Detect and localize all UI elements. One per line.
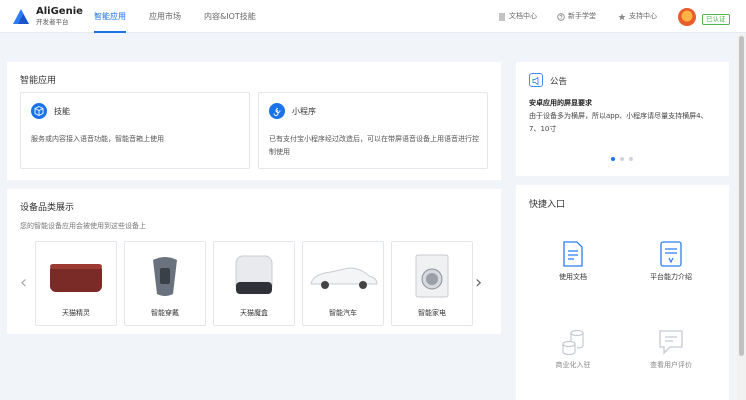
device-category-card: 设备品类展示 您的智能设备应用会被使用到这些设备上 ‹ › 天猫精灵 智能穿戴 …	[7, 189, 501, 334]
doc-icon	[499, 13, 505, 20]
mini-program-icon	[269, 103, 285, 119]
verified-badge: 已认证	[702, 14, 730, 25]
nav-content-iot-skills[interactable]: 内容&IOT技能	[204, 0, 256, 33]
carousel-prev-arrow[interactable]: ‹	[20, 274, 27, 292]
quick-entry-title: 快捷入口	[529, 200, 566, 210]
smart-speaker-image	[50, 264, 102, 292]
skill-desc: 服务或内容接入语音功能，智能音箱上使用	[31, 135, 164, 143]
device-category-desc: 您的智能设备应用会被使用到这些设备上	[20, 222, 146, 230]
device-category-title: 设备品类展示	[20, 203, 75, 213]
smart-apps-card: 智能应用 技能 服务或内容接入语音功能，智能音箱上使用 小程序 已有支付宝小程序…	[7, 62, 501, 180]
certificate-icon	[660, 241, 682, 267]
star-icon	[618, 13, 626, 20]
notice-title: 公告	[550, 77, 568, 87]
mini-program-title: 小程序	[292, 107, 316, 116]
device-tmall-genie[interactable]: 天猫精灵	[35, 241, 117, 326]
quick-label: 商业化入驻	[555, 361, 591, 369]
quick-commercial-onboarding[interactable]: 商业化入驻	[523, 326, 623, 370]
brand-subtitle: 开发者平台	[36, 18, 69, 26]
device-label: 智能穿戴	[151, 309, 179, 317]
device-label: 智能汽车	[329, 309, 357, 317]
device-wearable[interactable]: 智能穿戴	[124, 241, 206, 326]
carousel-dot-2[interactable]	[620, 157, 624, 161]
quick-platform-intro[interactable]: 平台能力介绍	[621, 240, 721, 282]
support-center-link[interactable]: 支持中心	[618, 0, 657, 33]
cube-icon	[31, 103, 47, 119]
brand-name: AliGenie	[36, 6, 83, 17]
carousel-next-arrow[interactable]: ›	[475, 274, 482, 292]
comment-icon	[659, 330, 683, 355]
quick-usage-docs[interactable]: 使用文档	[523, 240, 623, 282]
doc-center-label: 文档中心	[509, 12, 537, 20]
speaker-icon	[529, 73, 543, 87]
quick-label: 平台能力介绍	[650, 273, 692, 281]
smart-band-image	[153, 257, 177, 296]
mini-program-desc: 已有支付宝小程序经过改造后，可以在带屏语音设备上用语音进行控制使用	[269, 135, 479, 156]
brand: AliGenie 开发者平台	[36, 6, 83, 27]
user-avatar[interactable]	[678, 8, 696, 26]
carousel-dot-1[interactable]	[611, 157, 615, 161]
washing-machine-image	[415, 254, 449, 298]
device-home-appliance[interactable]: 智能家电	[391, 241, 473, 326]
device-smart-car[interactable]: 智能汽车	[302, 241, 384, 326]
coins-icon	[562, 329, 584, 356]
tv-box-image	[235, 255, 273, 294]
support-center-label: 支持中心	[629, 12, 657, 20]
beginner-school-link[interactable]: 新手学堂	[557, 0, 596, 33]
doc-center-link[interactable]: 文档中心	[498, 0, 537, 33]
quick-label: 使用文档	[559, 273, 587, 281]
beginner-school-label: 新手学堂	[568, 12, 596, 20]
notice-headline[interactable]: 安卓应用的屏显要求	[529, 98, 592, 108]
device-label: 天猫精灵	[62, 309, 90, 317]
top-bar: AliGenie 开发者平台 智能应用 应用市场 内容&IOT技能 文档中心 新…	[0, 0, 746, 33]
aligenie-logo[interactable]	[10, 6, 32, 28]
scrollbar-thumb[interactable]	[739, 36, 744, 356]
car-image	[310, 267, 378, 289]
nav-app-market[interactable]: 应用市场	[149, 0, 181, 33]
carousel-dot-3[interactable]	[629, 157, 633, 161]
document-icon	[563, 241, 583, 267]
notice-body: 由于设备多为横屏，所以app、小程序请尽量支持横屏4、7、10寸	[529, 112, 708, 133]
device-label: 智能家电	[418, 309, 446, 317]
nav-smart-apps[interactable]: 智能应用	[94, 0, 126, 33]
quick-user-reviews[interactable]: 查看用户评价	[621, 328, 721, 370]
question-circle-icon	[557, 12, 565, 21]
mini-program-card[interactable]: 小程序 已有支付宝小程序经过改造后，可以在带屏语音设备上用语音进行控制使用	[258, 92, 488, 169]
smart-apps-title: 智能应用	[20, 76, 57, 86]
quick-label: 查看用户评价	[650, 361, 692, 369]
device-tmall-box[interactable]: 天猫魔盒	[213, 241, 295, 326]
device-label: 天猫魔盒	[240, 309, 268, 317]
skill-card[interactable]: 技能 服务或内容接入语音功能，智能音箱上使用	[20, 92, 250, 169]
skill-title: 技能	[54, 107, 70, 116]
